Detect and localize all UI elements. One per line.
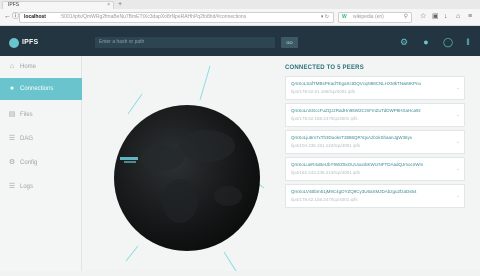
sidebar-item-home[interactable]: ⌂ Home	[0, 56, 82, 78]
peer-link-line	[127, 93, 143, 115]
sidebar-item-label: DAG	[20, 136, 34, 142]
peers-globe[interactable]	[82, 56, 282, 272]
peer-list-item[interactable]: QmSoLSafTMBsPKadTEgaXctDQVcqN88CNLHXMkTN…	[285, 76, 465, 100]
sidebar-item-config[interactable]: ⚙ Config	[0, 152, 82, 174]
sidebar-item-connections[interactable]: ● Connections	[0, 78, 82, 100]
files-icon: ▤	[8, 111, 16, 118]
connections-icon: ●	[9, 85, 15, 92]
peer-link-line	[199, 65, 211, 101]
continent-shape	[214, 186, 242, 206]
url-path: :5001/ipfs/QmWRg2fmaBeNu7BmETtXc3dapXo8r…	[60, 14, 247, 20]
peer-id: QmSoLSafTMBsPKadTEgaXctDQVcqN88CNLHXMkTN…	[291, 81, 422, 86]
peer-address: /ip4/178.62.158.247/tcp/4001 ipfs	[291, 116, 358, 121]
url-host: localhost	[24, 14, 46, 20]
search-engine-icon: W	[342, 14, 347, 20]
home-icon: ⌂	[9, 63, 15, 70]
peer-link-line	[125, 245, 139, 262]
hash-path-input[interactable]	[95, 37, 275, 48]
sidebar-item-label: Logs	[20, 184, 34, 190]
peer-link-line	[223, 251, 237, 272]
peer-id: QmSoLju6m7xTh3DuokvT3886QRYqxAzb1kShaanJ…	[291, 135, 413, 140]
home-toolbar-icon[interactable]: ⌂	[456, 13, 460, 21]
info-icon[interactable]: ⓘ	[12, 13, 19, 21]
search-bar[interactable]: W wikipedia (en) ⚲	[338, 12, 412, 23]
dag-icon: ☰	[8, 135, 16, 142]
config-icon: ⚙	[8, 159, 16, 166]
browser-tab-strip: IPFS × +	[0, 0, 480, 9]
search-icon[interactable]: ⚲	[404, 13, 408, 22]
peer-address: /ip4/178.62.158.247/tcp/4001 ipfs	[291, 197, 358, 202]
peer-address: /ip4/178.62.61.185/tcp/4001 ipfs	[291, 89, 356, 94]
go-button[interactable]: GO	[281, 37, 298, 48]
chevron-down-icon: ⌄	[455, 193, 460, 199]
chevron-down-icon: ⌄	[455, 139, 460, 145]
peer-address: /ip4/104.236.151.122/tcp/4001 ipfs	[291, 143, 361, 148]
sidebar-item-logs[interactable]: ☰ Logs	[0, 176, 82, 198]
browser-tab-title: IPFS	[8, 2, 20, 8]
back-arrow-icon[interactable]: ←	[4, 13, 11, 21]
chevron-down-icon: ⌄	[455, 112, 460, 118]
sidebar-item-label: Home	[20, 64, 37, 70]
chevron-down-icon: ⌄	[455, 85, 460, 91]
peer-address: /ip4/162.243.248.213/tcp/4001 ipfs	[291, 170, 361, 175]
reload-icon[interactable]: ▾ ↻	[321, 13, 329, 22]
peer-list-item[interactable]: QmSoLju6m7xTh3DuokvT3886QRYqxAzb1kShaanJ…	[285, 130, 465, 154]
app-name: IPFS	[22, 39, 39, 46]
logs-icon: ☰	[8, 183, 16, 190]
github-icon[interactable]: ◯	[442, 36, 454, 48]
continent-shape	[179, 130, 235, 162]
peer-id: QmSoLV4Bbm51jM9C4gDYZQ9Cy3U6aXMJDAbzgu2f…	[291, 189, 417, 194]
new-tab-icon[interactable]: +	[118, 1, 122, 8]
peer-location-marker	[124, 161, 136, 163]
sidebar-item-label: Files	[20, 112, 33, 118]
sidebar-item-dag[interactable]: ☰ DAG	[0, 128, 82, 150]
continent-shape	[140, 145, 184, 171]
peers-heading: CONNECTED TO 5 PEERS	[285, 65, 364, 71]
sidebar-item-files[interactable]: ▤ Files	[0, 104, 82, 126]
app-header: IPFS GO ⚙ ● ◯ ǁ	[0, 26, 480, 56]
globe-svg	[114, 65, 265, 272]
peer-id: QmSoLnSGccFuZQJzRadHn95W2CrSFmZuTdDWP8HX…	[291, 108, 421, 113]
peer-list-item[interactable]: QmSoLV4Bbm51jM9C4gDYZQ9Cy3U6aXMJDAbzgu2f…	[285, 184, 465, 208]
more-icon[interactable]: ǁ	[462, 36, 474, 48]
continent-shape	[162, 179, 198, 223]
peer-list-item[interactable]: QmSoLueR4xBeUbY9WZ9xGUUxunbKWcrNFTDAadQJ…	[285, 157, 465, 181]
peer-location-marker	[120, 157, 138, 160]
peer-list-item[interactable]: QmSoLnSGccFuZQJzRadHn95W2CrSFmZuTdDWP8HX…	[285, 103, 465, 127]
sidebar-item-label: Connections	[20, 86, 54, 92]
help-icon[interactable]: ●	[420, 36, 432, 48]
main-content: CONNECTED TO 5 PEERS QmSoLSafTMBsPKadTEg…	[82, 56, 480, 272]
chevron-down-icon: ⌄	[455, 166, 460, 172]
ipfs-logo-icon	[9, 38, 19, 48]
globe-sphere	[114, 105, 260, 251]
reading-list-icon[interactable]: ▣	[432, 13, 439, 21]
search-placeholder: wikipedia (en)	[353, 14, 384, 20]
bookmark-star-icon[interactable]: ☆	[420, 13, 426, 21]
download-icon[interactable]: ↓	[444, 13, 448, 21]
sidebar: ⌂ Home ● Connections ▤ Files ☰ DAG ⚙ Con…	[0, 56, 82, 271]
browser-tab[interactable]: IPFS ×	[2, 1, 114, 9]
settings-icon[interactable]: ⚙	[398, 36, 410, 48]
url-bar[interactable]: localhost :5001/ipfs/QmWRg2fmaBeNu7BmETt…	[19, 12, 334, 23]
close-tab-icon[interactable]: ×	[107, 2, 110, 9]
peer-id: QmSoLueR4xBeUbY9WZ9xGUUxunbKWcrNFTDAadQJ…	[291, 162, 424, 167]
menu-icon[interactable]: ≡	[468, 13, 472, 21]
browser-navbar: ← ⓘ localhost :5001/ipfs/QmWRg2fmaBeNu7B…	[0, 9, 480, 26]
sidebar-item-label: Config	[20, 160, 38, 166]
